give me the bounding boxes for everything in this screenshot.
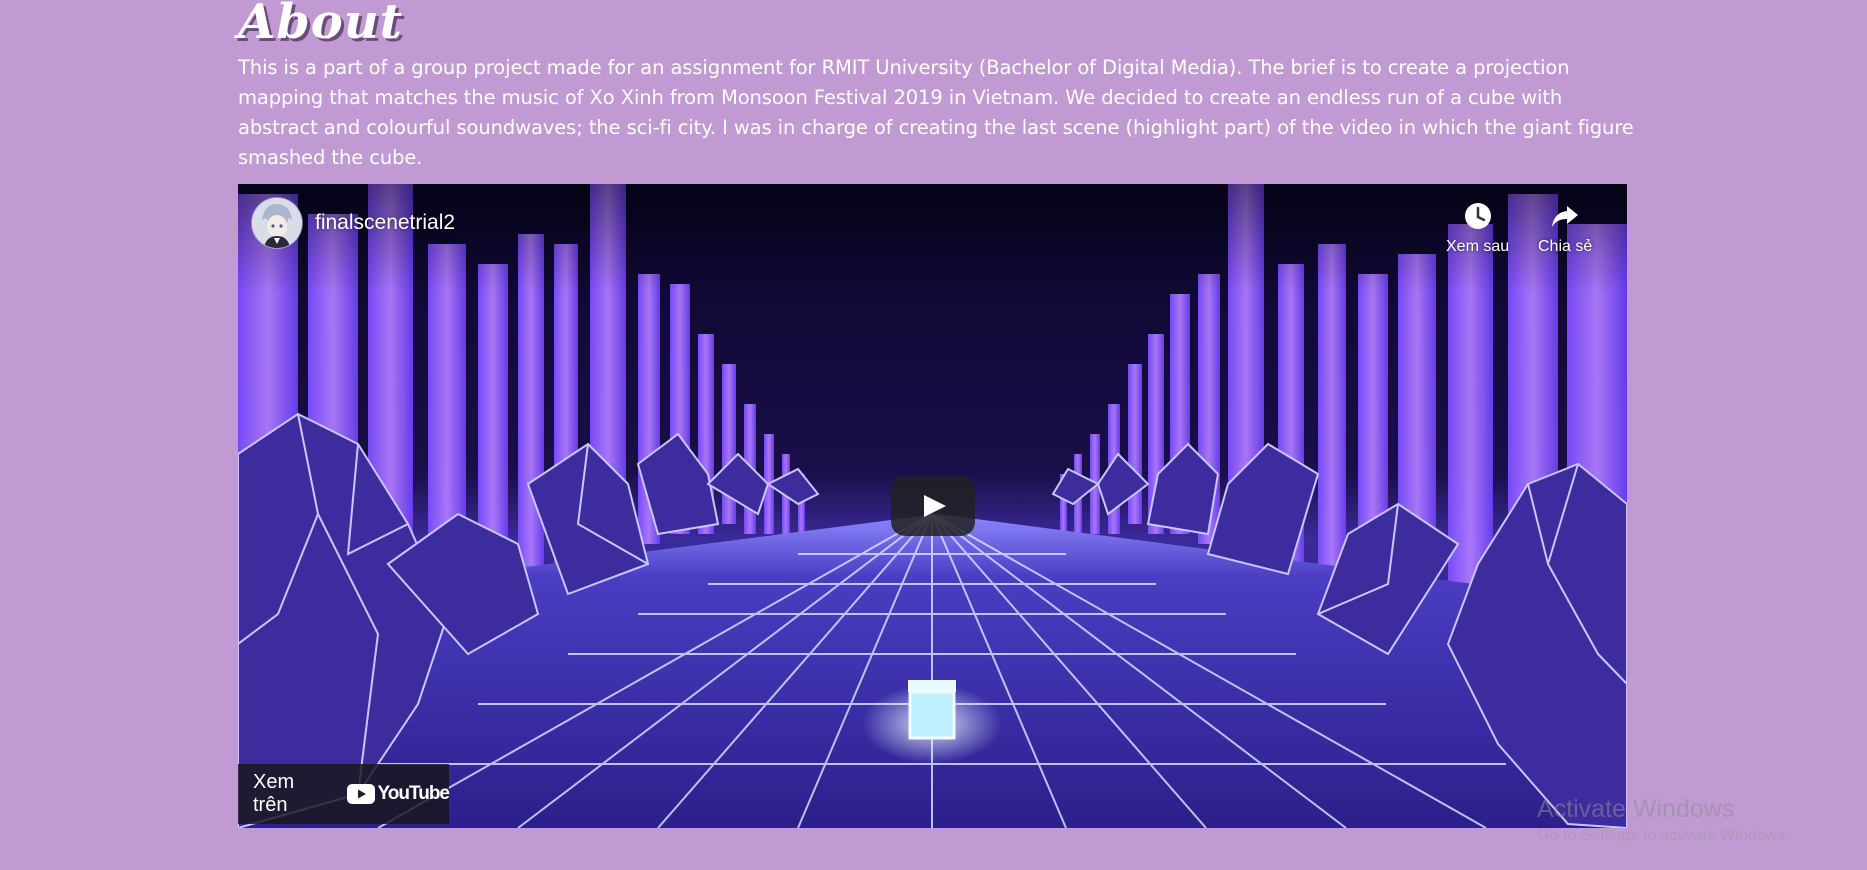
youtube-logo-text: YouTube bbox=[377, 783, 450, 804]
channel-avatar[interactable] bbox=[252, 198, 302, 248]
watch-on-label: Xem trên bbox=[253, 771, 295, 816]
channel-title[interactable]: finalscenetrial2 bbox=[315, 211, 455, 235]
youtube-logo: YouTube bbox=[346, 783, 450, 805]
about-heading: About bbox=[238, 0, 403, 50]
share-button[interactable]: Chia sẻ bbox=[1538, 198, 1592, 256]
watch-on-youtube-button[interactable]: Xem trên YouTube bbox=[238, 764, 450, 824]
share-arrow-icon bbox=[1552, 206, 1579, 227]
play-button[interactable] bbox=[891, 476, 975, 536]
about-description: This is a part of a group project made f… bbox=[238, 56, 1634, 169]
youtube-embed[interactable]: finalscenetrial2 Xem sau Chia sẻ Xem trê… bbox=[238, 184, 1627, 828]
youtube-logo-icon bbox=[346, 784, 375, 804]
watch-later-label: Xem sau bbox=[1446, 238, 1510, 255]
activate-windows-subtitle: Go to Settings to activate Windows. bbox=[1537, 827, 1790, 844]
channel-info[interactable]: finalscenetrial2 bbox=[252, 198, 455, 248]
clock-icon bbox=[1464, 203, 1491, 229]
play-icon bbox=[891, 476, 975, 536]
watch-later-button[interactable]: Xem sau bbox=[1446, 198, 1509, 256]
share-label: Chia sẻ bbox=[1538, 238, 1593, 255]
